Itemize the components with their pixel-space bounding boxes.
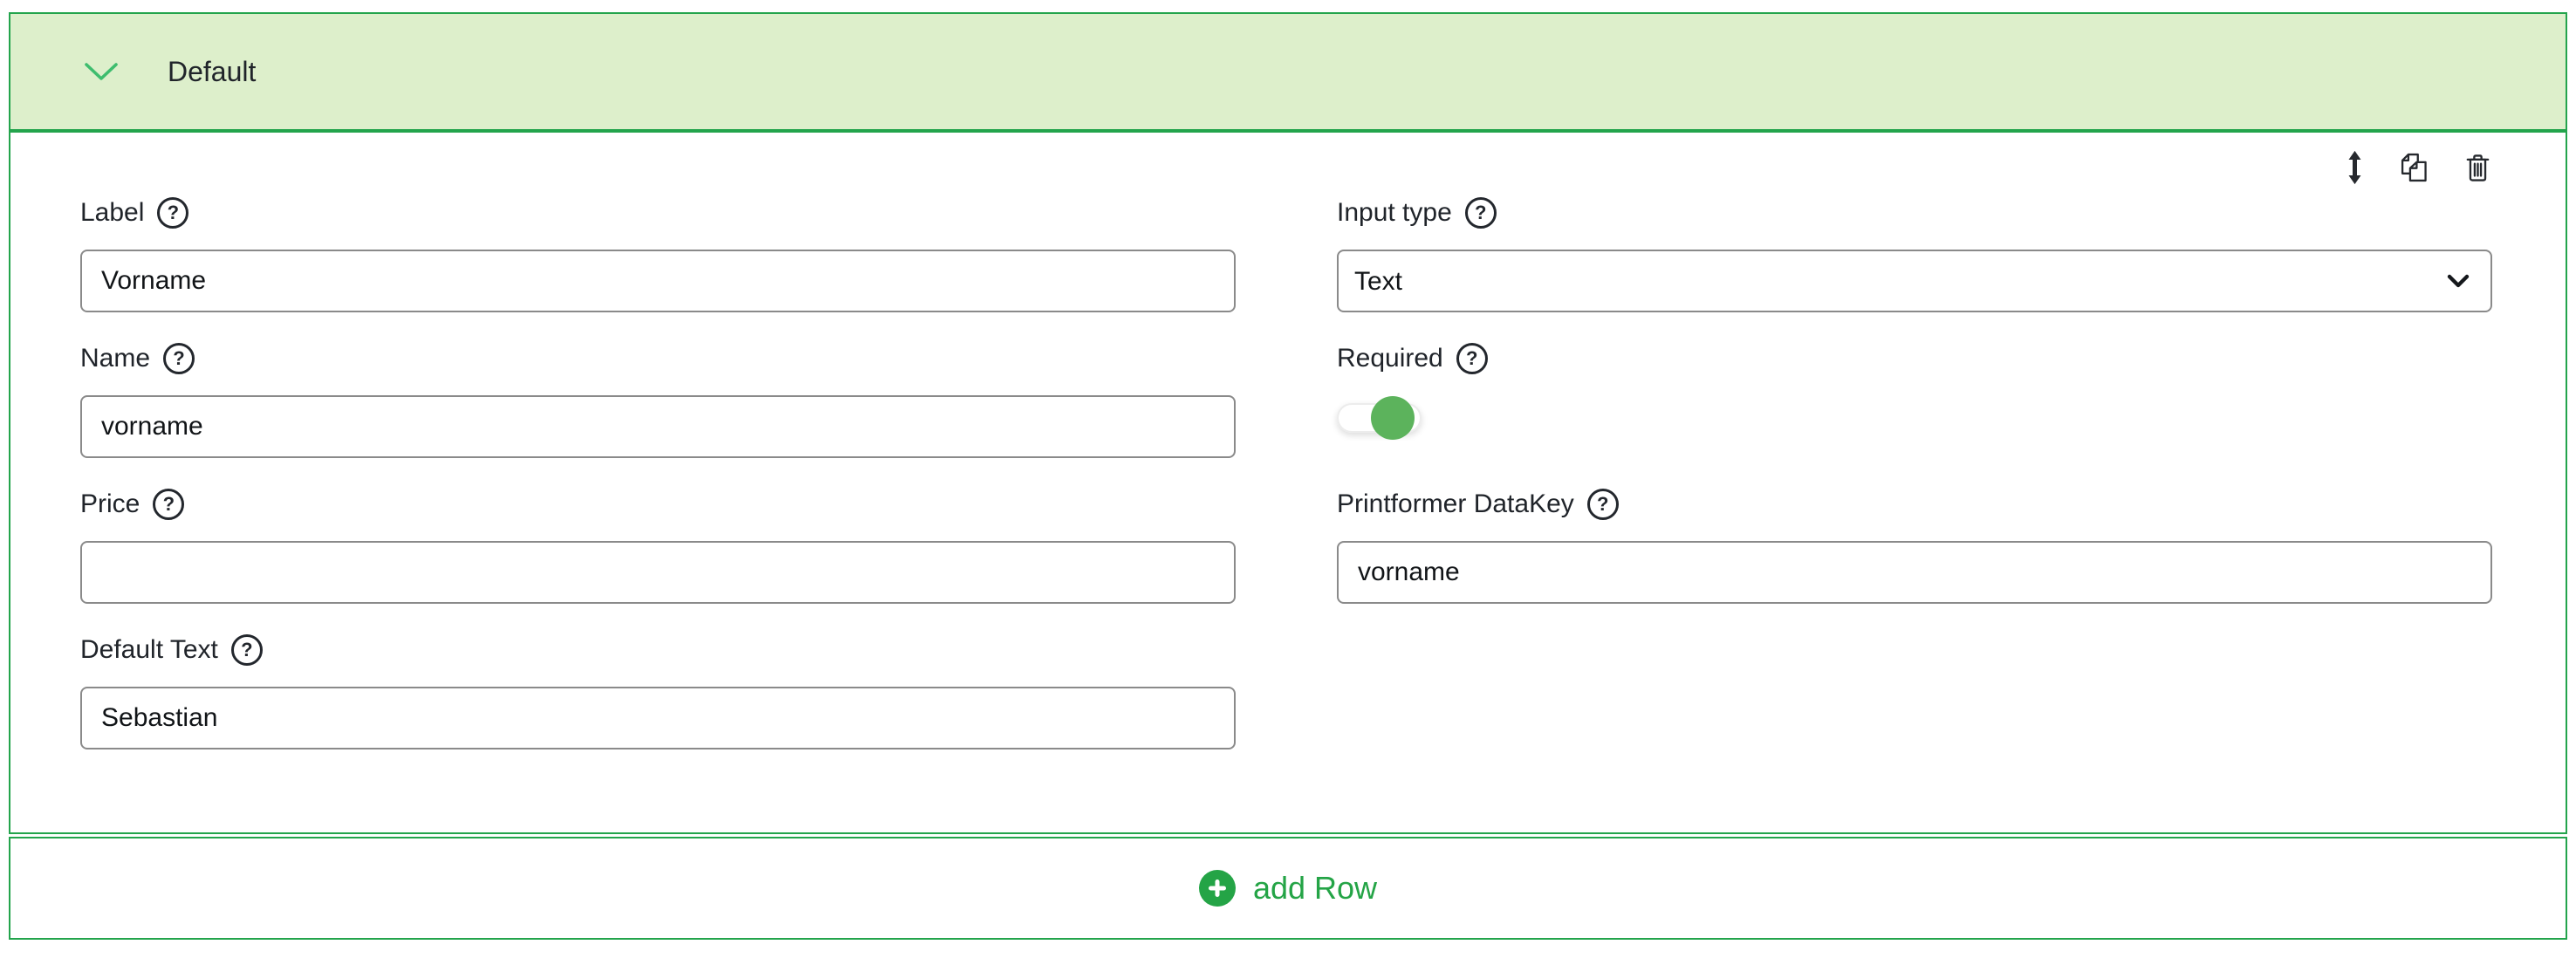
- field-label-text: Label: [80, 198, 144, 228]
- field-required-caption: Required ?: [1337, 341, 2492, 376]
- help-icon[interactable]: ?: [1465, 197, 1497, 229]
- accordion-header-default[interactable]: Default: [9, 12, 2567, 131]
- help-icon[interactable]: ?: [1456, 343, 1488, 374]
- add-row-bar: add Row: [9, 837, 2567, 940]
- field-printformer-datakey-caption: Printformer DataKey ?: [1337, 487, 2492, 522]
- chevron-down-icon: [84, 62, 119, 81]
- field-default-text-caption: Default Text ?: [80, 633, 1236, 667]
- duplicate-row-button[interactable]: [2397, 151, 2430, 184]
- accordion-title: Default: [168, 56, 256, 88]
- field-default-text: Default Text ?: [80, 633, 1236, 749]
- toggle-knob: [1371, 396, 1415, 440]
- field-printformer-datakey-text: Printformer DataKey: [1337, 489, 1574, 519]
- field-name: Name ?: [80, 341, 1236, 458]
- field-name-text: Name: [80, 344, 150, 373]
- field-form: Label ? Input type ? Text Name: [80, 195, 2492, 749]
- field-required-text: Required: [1337, 344, 1443, 373]
- name-input[interactable]: [80, 395, 1236, 458]
- help-icon[interactable]: ?: [1587, 489, 1619, 520]
- field-input-type-caption: Input type ?: [1337, 195, 2492, 230]
- field-default-text-text: Default Text: [80, 635, 218, 665]
- label-input[interactable]: [80, 250, 1236, 312]
- field-input-type: Input type ? Text: [1337, 195, 2492, 312]
- field-label-caption: Label ?: [80, 195, 1236, 230]
- help-icon[interactable]: ?: [163, 343, 195, 374]
- field-price: Price ?: [80, 487, 1236, 604]
- default-text-input[interactable]: [80, 687, 1236, 749]
- printformer-datakey-input[interactable]: [1337, 541, 2492, 604]
- add-row-button[interactable]: add Row: [1199, 870, 1377, 907]
- field-name-caption: Name ?: [80, 341, 1236, 376]
- price-input[interactable]: [80, 541, 1236, 604]
- plus-circle-icon: [1199, 870, 1236, 907]
- field-label: Label ?: [80, 195, 1236, 312]
- field-input-type-text: Input type: [1337, 198, 1452, 228]
- delete-row-button[interactable]: [2463, 152, 2492, 184]
- help-icon[interactable]: ?: [157, 197, 188, 229]
- move-vertical-icon: [2346, 150, 2364, 185]
- help-icon[interactable]: ?: [153, 489, 184, 520]
- field-price-caption: Price ?: [80, 487, 1236, 522]
- field-price-text: Price: [80, 489, 140, 519]
- add-row-label: add Row: [1253, 870, 1377, 907]
- field-printformer-datakey: Printformer DataKey ?: [1337, 487, 2492, 604]
- row-toolbar: [80, 150, 2492, 185]
- required-toggle[interactable]: [1337, 395, 1422, 441]
- move-row-button[interactable]: [2346, 150, 2364, 185]
- row-panel: Label ? Input type ? Text Name: [9, 131, 2567, 834]
- duplicate-icon: [2397, 151, 2430, 184]
- input-type-select[interactable]: Text: [1337, 250, 2492, 312]
- field-required: Required ?: [1337, 341, 2492, 458]
- trash-icon: [2463, 152, 2492, 184]
- help-icon[interactable]: ?: [231, 634, 263, 666]
